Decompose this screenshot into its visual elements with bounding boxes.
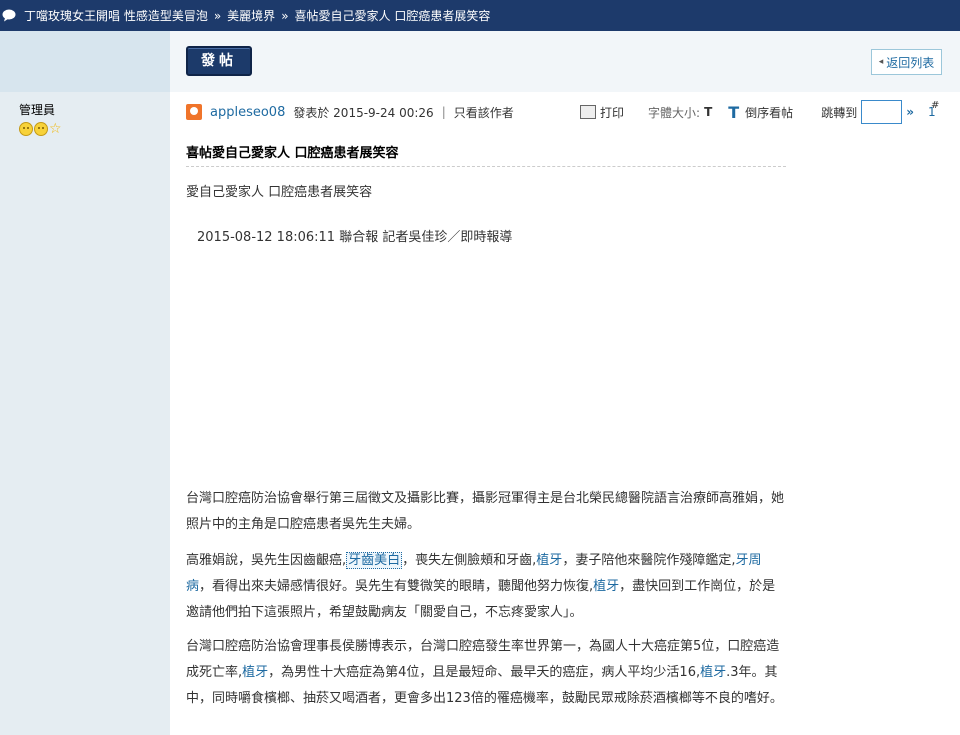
title-divider xyxy=(186,166,786,167)
post-timestamp: 發表於 2015-9-24 00:26 xyxy=(293,105,434,120)
jump-to-label: 跳轉到 xyxy=(821,105,858,120)
user-icon xyxy=(186,104,202,120)
chevron-left-icon: ◂ xyxy=(878,57,884,67)
paragraph-2-text: ，喪失左側臉頰和牙齒, xyxy=(402,553,537,568)
keyword-link[interactable]: 植牙 xyxy=(536,553,562,568)
jump-to-floor-input[interactable] xyxy=(861,100,903,124)
font-size-toggle[interactable]: T xyxy=(704,105,712,119)
author-sidebar xyxy=(0,31,170,735)
post-title: 喜帖愛自己愛家人 口腔癌患者展笑容 xyxy=(186,146,399,161)
breadcrumb-forum-link[interactable]: 美麗境界 xyxy=(227,7,275,24)
user-rank-icons: ☆ xyxy=(19,122,62,136)
paragraph-1: 台灣口腔癌防治協會舉行第三屆徵文及攝影比賽，攝影冠軍得主是台北榮民總醫院語言治療… xyxy=(186,491,785,532)
paragraph-2: 高雅娟說，吳先生因齒齦癌, 牙齒美白 ，喪失左側臉頰和牙齒,植牙，妻子陪他來醫院作殘… xyxy=(186,548,786,626)
paragraph-2-text: ，妻子陪他來醫院作殘障鑑定, xyxy=(562,553,736,568)
paragraph-3: 台灣口腔癌防治協會理事長侯勝博表示，台灣口腔癌發生率世界第一，為國人十大癌症第5… xyxy=(186,634,786,712)
breadcrumb-thread-link[interactable]: 丁噹玫瑰女王開唱 性感造型美冒泡 xyxy=(24,7,208,24)
post-meta: appleseo08 發表於 2015-9-24 00:26 | 只看該作者 xyxy=(186,102,514,122)
breadcrumb-current-thread[interactable]: 喜帖愛自己愛家人 口腔癌患者展笑容 xyxy=(295,7,491,24)
star-rank-icon: ☆ xyxy=(49,121,62,137)
paragraph-2-text: 高雅娟說，吳先生因齒齦癌, xyxy=(186,553,347,568)
reverse-order-link[interactable]: 倒序看帖 xyxy=(745,104,793,121)
action-row xyxy=(170,31,960,92)
paragraph-2-text: ，看得出來夫婦感情很好。吳先生有雙微笑的眼睛，聽聞他努力恢復, xyxy=(199,579,594,594)
sidebar-header xyxy=(0,31,170,92)
post-subtitle: 愛自己愛家人 口腔癌患者展笑容 xyxy=(186,185,373,200)
jump-go-button[interactable]: » xyxy=(906,105,914,119)
breadcrumb-separator: » xyxy=(281,8,289,23)
keyword-link[interactable]: 植牙 xyxy=(700,665,726,680)
new-post-button[interactable]: 發帖 xyxy=(186,46,252,76)
font-size-label: 字體大小: xyxy=(648,105,701,120)
only-author-link[interactable]: 只看該作者 xyxy=(454,104,514,121)
chat-bubble-icon xyxy=(2,9,16,23)
author-link[interactable]: appleseo08 xyxy=(210,105,285,120)
meta-divider: | xyxy=(441,105,446,119)
keyword-link[interactable]: 牙齒美白 xyxy=(346,552,403,569)
user-role: 管理員 xyxy=(19,103,56,117)
top-breadcrumb-bar: 丁噹玫瑰女王開唱 性感造型美冒泡 » 美麗境界 » 喜帖愛自己愛家人 口腔癌患者… xyxy=(0,0,960,31)
reverse-order-icon[interactable]: T xyxy=(728,103,739,122)
smiley-rank-icon xyxy=(19,122,33,136)
print-link[interactable]: 打印 xyxy=(600,104,624,121)
paragraph-3-text: ，為男性十大癌症為第4位，且是最短命、最早夭的癌症，病人平均少活16, xyxy=(268,665,701,680)
back-to-list-button[interactable]: ◂ 返回列表 xyxy=(871,49,942,75)
breadcrumb-separator: » xyxy=(213,8,222,23)
back-to-list-label: 返回列表 xyxy=(886,55,935,70)
smiley-rank-icon xyxy=(34,122,48,136)
keyword-link[interactable]: 植牙 xyxy=(242,665,268,680)
keyword-link[interactable]: 植牙 xyxy=(593,579,619,594)
floor-hash: # xyxy=(931,100,940,111)
post-dateline: 2015-08-12 18:06:11 聯合報 記者吳佳珍／即時報導 xyxy=(197,230,513,245)
post-tools: 打印 字體大小: T T 倒序看帖 跳轉到 » 1 xyxy=(580,100,936,124)
printer-icon[interactable] xyxy=(580,105,596,119)
